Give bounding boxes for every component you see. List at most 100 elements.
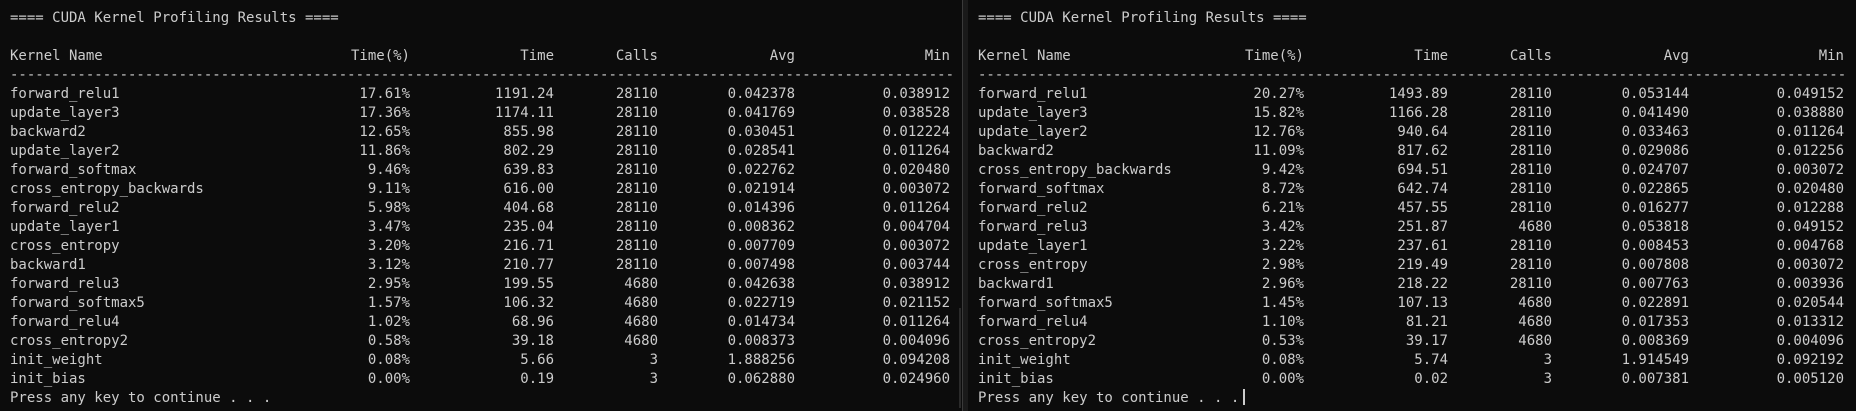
- time-cell: 0.02: [1414, 371, 1448, 387]
- header-kernel-name: Kernel Name: [10, 48, 103, 64]
- time-cell: 1493.89: [1388, 86, 1448, 102]
- table-row: init_bias 0.00% 0.19 3 0.062880 0.024960: [10, 370, 952, 389]
- time-cell: 107.13: [1397, 295, 1448, 311]
- table-row: forward_relu3 3.42% 251.87 4680 0.053818 0.04…: [978, 218, 1846, 237]
- time-pct-cell: 0.08%: [367, 352, 410, 368]
- kernel-name-cell: cross_entropy2: [10, 333, 129, 349]
- avg-cell: 0.022762: [727, 162, 795, 178]
- avg-cell: 0.014734: [727, 314, 795, 330]
- avg-cell: 0.022865: [1621, 181, 1689, 197]
- calls-cell: 28110: [615, 181, 658, 197]
- time-cell: 39.18: [511, 333, 554, 349]
- min-cell: 0.003072: [882, 238, 950, 254]
- kernel-name-cell: init_bias: [978, 371, 1054, 387]
- kernel-name-cell: forward_softmax: [978, 181, 1105, 197]
- avg-cell: 1.888256: [727, 352, 795, 368]
- time-cell: 210.77: [503, 257, 554, 273]
- terminal-pane-left[interactable]: ==== CUDA Kernel Profiling Results ==== …: [0, 0, 962, 411]
- table-row: cross_entropy2 0.58% 39.18 4680 0.008373 0.00…: [10, 332, 952, 351]
- time-cell: 855.98: [503, 124, 554, 140]
- time-pct-cell: 9.11%: [367, 181, 410, 197]
- table-row: forward_relu4 1.02% 68.96 4680 0.014734 0.011…: [10, 313, 952, 332]
- min-cell: 0.011264: [882, 200, 950, 216]
- kernel-name-cell: forward_relu3: [10, 276, 120, 292]
- table-row: forward_relu1 20.27% 1493.89 28110 0.053144 0…: [978, 85, 1846, 104]
- avg-cell: 0.007709: [727, 238, 795, 254]
- time-pct-cell: 0.08%: [1261, 352, 1304, 368]
- kernel-name-cell: forward_softmax5: [978, 295, 1113, 311]
- calls-cell: 3: [649, 352, 658, 368]
- kernel-name-cell: init_weight: [10, 352, 103, 368]
- calls-cell: 28110: [615, 257, 658, 273]
- header-calls: Calls: [615, 48, 658, 64]
- table-row: forward_softmax5 1.45% 107.13 4680 0.022891 0…: [978, 294, 1846, 313]
- time-pct-cell: 2.96%: [1261, 276, 1304, 292]
- time-cell: 0.19: [520, 371, 554, 387]
- terminal-pane-right[interactable]: ==== CUDA Kernel Profiling Results ==== …: [968, 0, 1856, 411]
- time-cell: 940.64: [1397, 124, 1448, 140]
- time-cell: 642.74: [1397, 181, 1448, 197]
- time-cell: 219.49: [1397, 257, 1448, 273]
- time-cell: 218.22: [1397, 276, 1448, 292]
- min-cell: 0.024960: [882, 371, 950, 387]
- kernel-name-cell: init_bias: [10, 371, 86, 387]
- calls-cell: 28110: [1509, 124, 1552, 140]
- time-cell: 216.71: [503, 238, 554, 254]
- min-cell: 0.013312: [1776, 314, 1844, 330]
- time-pct-cell: 3.22%: [1261, 238, 1304, 254]
- calls-cell: 28110: [615, 200, 658, 216]
- avg-cell: 0.008362: [727, 219, 795, 235]
- time-pct-cell: 17.36%: [359, 105, 410, 121]
- table-row: forward_relu3 2.95% 199.55 4680 0.042638 0.03…: [10, 275, 952, 294]
- min-cell: 0.003072: [1776, 257, 1844, 273]
- time-pct-cell: 3.47%: [367, 219, 410, 235]
- min-cell: 0.012224: [882, 124, 950, 140]
- time-pct-cell: 2.98%: [1261, 257, 1304, 273]
- scrollbar-thumb[interactable]: [959, 308, 961, 408]
- time-cell: 5.74: [1414, 352, 1448, 368]
- avg-cell: 0.014396: [727, 200, 795, 216]
- table-row: forward_relu1 17.61% 1191.24 28110 0.042378 0…: [10, 85, 952, 104]
- kernel-name-cell: forward_relu1: [978, 86, 1088, 102]
- time-cell: 251.87: [1397, 219, 1448, 235]
- time-cell: 199.55: [503, 276, 554, 292]
- min-cell: 0.012288: [1776, 200, 1844, 216]
- kernel-name-cell: forward_relu3: [978, 219, 1088, 235]
- table-row: backward2 12.65% 855.98 28110 0.030451 0.0122…: [10, 123, 952, 142]
- min-cell: 0.012256: [1776, 143, 1844, 159]
- avg-cell: 0.062880: [727, 371, 795, 387]
- calls-cell: 28110: [1509, 162, 1552, 178]
- avg-cell: 0.042378: [727, 86, 795, 102]
- time-cell: 802.29: [503, 143, 554, 159]
- header-avg: Avg: [769, 48, 795, 64]
- avg-cell: 1.914549: [1621, 352, 1689, 368]
- min-cell: 0.011264: [882, 143, 950, 159]
- time-cell: 68.96: [511, 314, 554, 330]
- kernel-name-cell: cross_entropy2: [978, 333, 1097, 349]
- calls-cell: 28110: [1509, 257, 1552, 273]
- time-pct-cell: 3.20%: [367, 238, 410, 254]
- time-pct-cell: 3.12%: [367, 257, 410, 273]
- kernel-name-cell: forward_relu2: [978, 200, 1088, 216]
- kernel-name-cell: forward_relu2: [10, 200, 120, 216]
- time-cell: 237.61: [1397, 238, 1448, 254]
- time-pct-cell: 5.98%: [367, 200, 410, 216]
- avg-cell: 0.042638: [727, 276, 795, 292]
- kernel-name-cell: forward_softmax5: [10, 295, 145, 311]
- time-pct-cell: 0.00%: [1261, 371, 1304, 387]
- time-cell: 106.32: [503, 295, 554, 311]
- kernel-name-cell: cross_entropy: [10, 238, 120, 254]
- table-row: cross_entropy 3.20% 216.71 28110 0.007709 0.0…: [10, 237, 952, 256]
- prompt-text: Press any key to continue . . .: [10, 390, 272, 406]
- calls-cell: 4680: [1518, 314, 1552, 330]
- calls-cell: 3: [1543, 371, 1552, 387]
- kernel-name-cell: update_layer3: [978, 105, 1088, 121]
- table-row: init_weight 0.08% 5.66 3 1.888256 0.094208: [10, 351, 952, 370]
- avg-cell: 0.033463: [1621, 124, 1689, 140]
- kernel-name-cell: update_layer2: [978, 124, 1088, 140]
- kernel-name-cell: update_layer2: [10, 143, 120, 159]
- time-pct-cell: 8.72%: [1261, 181, 1304, 197]
- header-rule: ----------------------------------------…: [10, 67, 952, 83]
- kernel-name-cell: forward_softmax: [10, 162, 137, 178]
